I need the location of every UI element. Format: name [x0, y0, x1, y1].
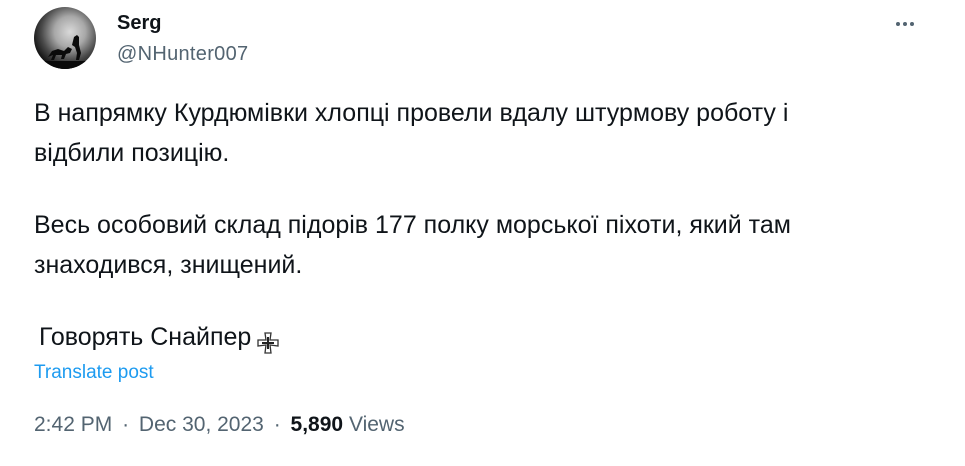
- avatar[interactable]: [34, 7, 96, 69]
- tweet-paragraph-1: В напрямку Курдюмівки хлопці провели вда…: [34, 99, 789, 167]
- translate-post-link[interactable]: Translate post: [34, 361, 154, 385]
- tweet-meta: 2:42 PM · Dec 30, 2023 · 5,890 Views: [34, 410, 405, 440]
- tweet-paragraph-3: Говорять Снайпер: [39, 323, 252, 351]
- views-label: Views: [348, 413, 405, 436]
- tweet-paragraph-3-row: Говорять Снайпер: [39, 317, 939, 357]
- iron-cross-icon: [257, 326, 279, 354]
- avatar-image: [34, 35, 96, 69]
- separator: ·: [273, 413, 281, 436]
- more-options-button[interactable]: [886, 8, 924, 40]
- tweet-paragraph-2: Весь особовий склад підорів 177 полку мо…: [34, 211, 791, 279]
- user-handle[interactable]: @NHunter007: [117, 40, 248, 68]
- more-horizontal-icon: [896, 22, 914, 26]
- post-time[interactable]: 2:42 PM: [34, 413, 112, 436]
- separator: ·: [122, 413, 130, 436]
- views-count: 5,890: [290, 413, 344, 436]
- post-date[interactable]: Dec 30, 2023: [139, 413, 264, 436]
- display-name[interactable]: Serg: [117, 11, 161, 35]
